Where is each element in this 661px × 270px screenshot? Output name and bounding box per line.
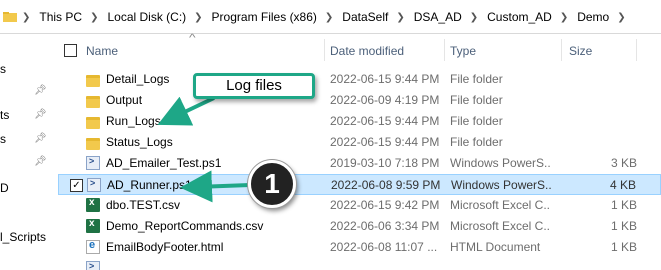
chevron-right-icon[interactable]: ❯ xyxy=(617,12,625,23)
chevron-right-icon[interactable]: ❯ xyxy=(470,12,478,23)
file-name: Demo_ReportCommands.csv xyxy=(106,219,264,233)
column-divider[interactable] xyxy=(636,39,637,61)
file-size: 1 KB xyxy=(610,240,637,254)
address-bar[interactable]: ❯ This PC ❯ Local Disk (C:) ❯ Program Fi… xyxy=(0,0,661,34)
column-divider[interactable] xyxy=(324,39,325,61)
breadcrumb-item-dsa-ad[interactable]: DSA_AD xyxy=(414,10,462,24)
file-date: 2022-06-08 9:59 PM xyxy=(331,178,441,192)
file-type: HTML Document xyxy=(450,240,541,254)
breadcrumb-item-local-disk[interactable]: Local Disk (C:) xyxy=(107,10,186,24)
nav-item[interactable]: s xyxy=(0,132,6,146)
nav-item[interactable]: D xyxy=(0,181,9,195)
chevron-right-icon[interactable]: ❯ xyxy=(22,12,30,23)
excel-icon xyxy=(86,218,100,233)
nav-item[interactable]: s xyxy=(0,62,6,76)
log-files-callout: Log files xyxy=(193,73,315,99)
file-date: 2022-06-06 3:34 PM xyxy=(330,219,440,233)
file-type: Microsoft Excel C... xyxy=(450,219,550,233)
file-size: 4 KB xyxy=(609,178,636,192)
file-size: 1 KB xyxy=(610,219,637,233)
column-type[interactable]: Type xyxy=(450,44,476,58)
pin-icon[interactable]: 📌︎ xyxy=(34,109,47,120)
file-date: 2022-06-15 9:44 PM xyxy=(330,114,440,128)
column-name[interactable]: Name xyxy=(86,44,118,58)
file-name: AD_Runner.ps1 xyxy=(107,178,192,192)
folder-icon xyxy=(86,138,100,150)
pin-icon[interactable]: 📌︎ xyxy=(34,156,47,167)
file-row-emailbodyfooter[interactable]: EmailBodyFooter.html 2022-06-08 11:07 ..… xyxy=(58,237,661,258)
pin-icon[interactable]: 📌︎ xyxy=(34,133,47,144)
chevron-right-icon[interactable]: ❯ xyxy=(325,12,333,23)
file-date: 2022-06-15 9:42 PM xyxy=(330,198,440,212)
select-all-checkbox[interactable] xyxy=(64,44,77,57)
chevron-right-icon[interactable]: ❯ xyxy=(194,12,202,23)
file-type: Microsoft Excel C... xyxy=(450,198,550,212)
breadcrumb-item-custom-ad[interactable]: Custom_AD xyxy=(487,10,552,24)
file-date: 2022-06-08 11:07 ... xyxy=(330,240,438,254)
html-file-icon xyxy=(86,239,100,254)
powershell-icon xyxy=(86,156,100,170)
folder-icon xyxy=(86,96,100,108)
folder-icon xyxy=(3,12,17,22)
breadcrumb: ❯ This PC ❯ Local Disk (C:) ❯ Program Fi… xyxy=(22,10,635,24)
file-name: Run_Logs xyxy=(106,114,161,128)
file-list: Detail_Logs 2022-06-15 9:44 PM File fold… xyxy=(58,69,661,270)
excel-icon xyxy=(86,197,100,212)
file-date: 2022-06-09 4:19 PM xyxy=(330,93,440,107)
folder-icon xyxy=(86,75,100,87)
file-row-dbo-test[interactable]: dbo.TEST.csv 2022-06-15 9:42 PM Microsof… xyxy=(58,195,661,216)
file-type: File folder xyxy=(450,114,503,128)
file-date: 2022-06-15 9:44 PM xyxy=(330,135,440,149)
chevron-right-icon[interactable]: ❯ xyxy=(396,12,404,23)
chevron-right-icon[interactable]: ❯ xyxy=(90,12,98,23)
column-size[interactable]: Size xyxy=(569,44,592,58)
chevron-right-icon[interactable]: ❯ xyxy=(560,12,568,23)
folder-icon xyxy=(86,117,100,129)
file-name: Output xyxy=(106,93,143,107)
file-row-output[interactable]: Output 2022-06-09 4:19 PM File folder xyxy=(58,90,661,111)
column-divider[interactable] xyxy=(444,39,445,61)
nav-item[interactable]: l_Scripts xyxy=(0,230,46,244)
file-type: File folder xyxy=(450,72,503,86)
file-row-ad-runner[interactable]: ✓ AD_Runner.ps1 2022-06-08 9:59 PM Windo… xyxy=(58,174,661,195)
file-row-status-logs[interactable]: Status_Logs 2022-06-15 9:44 PM File fold… xyxy=(58,132,661,153)
file-name: dbo.TEST.csv xyxy=(106,198,181,212)
breadcrumb-item-program-files[interactable]: Program Files (x86) xyxy=(212,10,317,24)
sort-ascending-icon: ^ xyxy=(189,33,196,44)
column-header: ^ Name Date modified Type Size xyxy=(58,33,661,65)
pin-icon[interactable]: 📌︎ xyxy=(34,85,47,96)
breadcrumb-item-this-pc[interactable]: This PC xyxy=(39,10,82,24)
file-row-run-logs[interactable]: Run_Logs 2022-06-15 9:44 PM File folder xyxy=(58,111,661,132)
file-type: File folder xyxy=(450,93,503,107)
navigation-pane: s 📌︎ ts 📌︎ s 📌︎ 📌︎ D l_Scripts xyxy=(0,35,58,266)
file-name: AD_Emailer_Test.ps1 xyxy=(106,156,222,170)
file-size: 1 KB xyxy=(610,198,637,212)
file-row-partial[interactable] xyxy=(58,258,661,270)
column-date-modified[interactable]: Date modified xyxy=(330,44,404,58)
nav-item[interactable]: ts xyxy=(0,108,9,122)
file-name: EmailBodyFooter.html xyxy=(106,240,224,254)
file-date: 2019-03-10 7:18 PM xyxy=(330,156,440,170)
file-row-detail-logs[interactable]: Detail_Logs 2022-06-15 9:44 PM File fold… xyxy=(58,69,661,90)
step-number-badge: 1 xyxy=(248,160,296,208)
file-type: Windows PowerS... xyxy=(450,156,550,170)
breadcrumb-item-dataself[interactable]: DataSelf xyxy=(342,10,388,24)
row-checkbox[interactable]: ✓ xyxy=(70,179,83,192)
file-name: Detail_Logs xyxy=(106,72,170,86)
file-name: Status_Logs xyxy=(106,135,173,149)
file-date: 2022-06-15 9:44 PM xyxy=(330,72,440,86)
powershell-icon xyxy=(87,178,101,192)
file-row-ad-emailer-test[interactable]: AD_Emailer_Test.ps1 2019-03-10 7:18 PM W… xyxy=(58,153,661,174)
file-type: Windows PowerS... xyxy=(451,178,551,192)
file-size: 3 KB xyxy=(610,156,637,170)
file-row-demo-reportcommands[interactable]: Demo_ReportCommands.csv 2022-06-06 3:34 … xyxy=(58,216,661,237)
file-type: File folder xyxy=(450,135,503,149)
column-divider[interactable] xyxy=(561,39,562,61)
breadcrumb-item-demo[interactable]: Demo xyxy=(577,10,609,24)
